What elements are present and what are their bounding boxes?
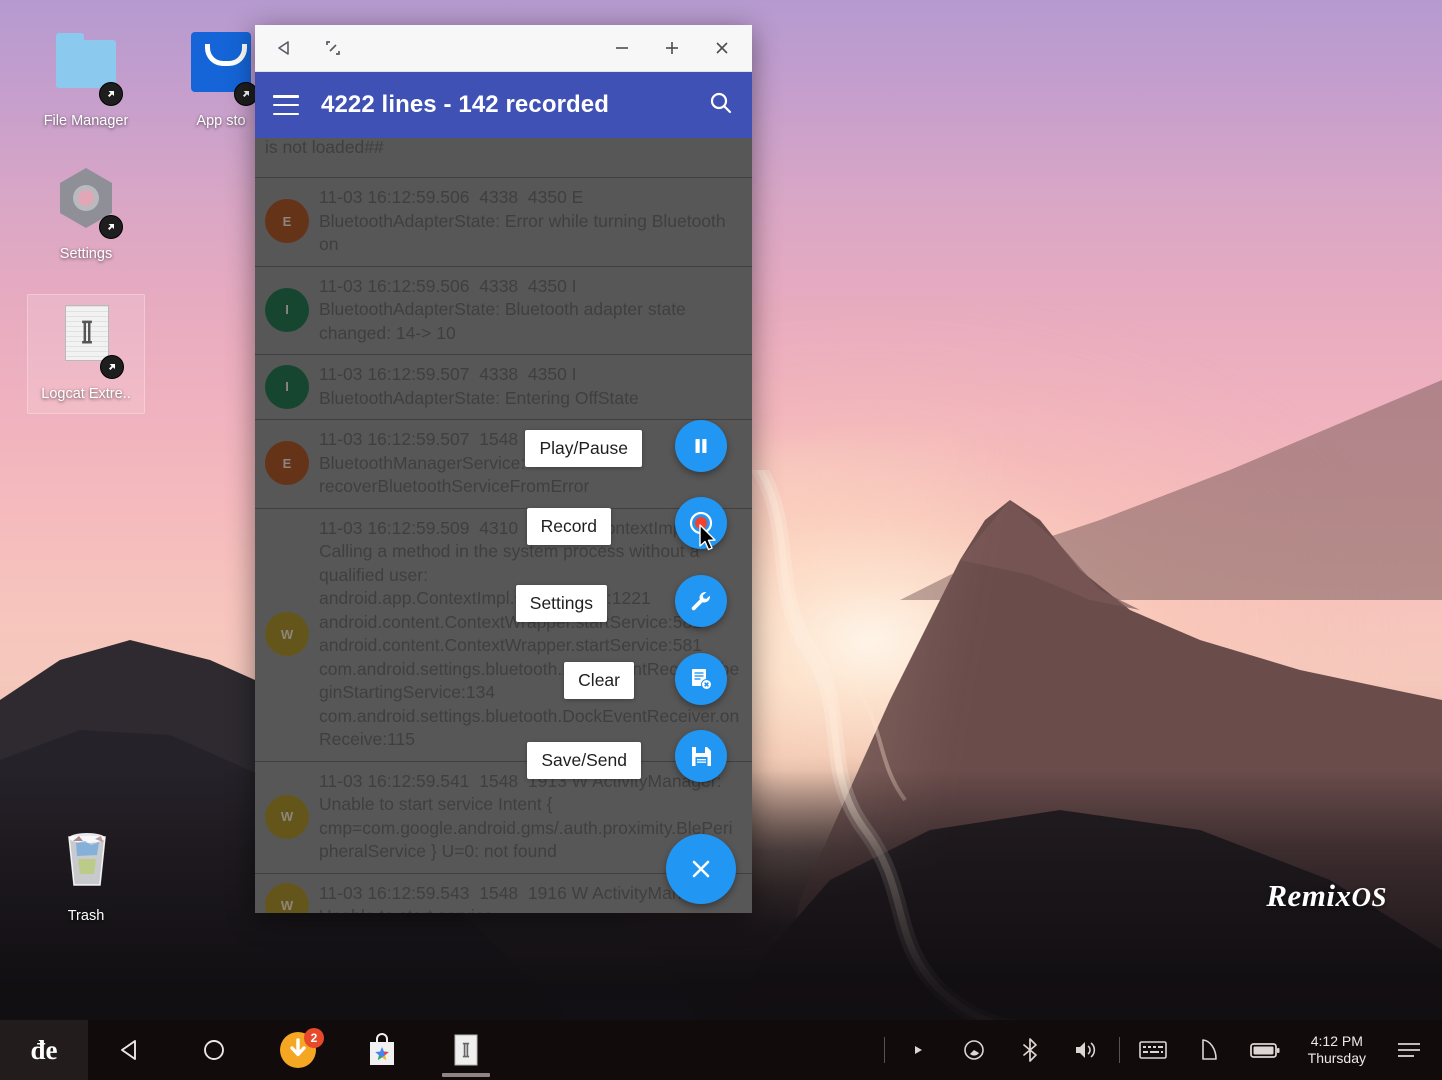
start-button[interactable]: đe [0, 1020, 88, 1080]
taskbar-back-button[interactable] [88, 1020, 172, 1080]
pause-icon [695, 439, 707, 453]
tray-brightness-button[interactable] [947, 1020, 1001, 1080]
downloads-badge: 2 [304, 1028, 324, 1048]
tray-keyboard-button[interactable] [1126, 1020, 1180, 1080]
clear-log-icon [692, 669, 712, 690]
clock-day: Thursday [1307, 1050, 1366, 1066]
logcat-document-icon: 𝕀 [28, 303, 146, 381]
brightness-dial-icon [963, 1040, 984, 1060]
system-tray[interactable]: 4:12 PM Thursday [880, 1020, 1442, 1080]
desktop-icon-settings[interactable]: Settings [27, 163, 145, 263]
shortcut-arrow-icon [99, 215, 123, 239]
fab-settings-button[interactable] [675, 575, 727, 627]
taskbar-logcat-app[interactable]: 𝕀 [424, 1020, 508, 1080]
desktop-icon-file-manager[interactable]: File Manager [27, 30, 145, 130]
tray-volume-button[interactable] [1059, 1020, 1113, 1080]
taskbar-clock[interactable]: 4:12 PM Thursday [1294, 1033, 1380, 1067]
tray-expand-button[interactable] [891, 1020, 945, 1080]
start-logo: đe [30, 1034, 58, 1065]
fab-menu: Play/Pause Record Settings Clear Save/Se… [255, 25, 752, 913]
logcat-document-icon: 𝕀 [454, 1034, 478, 1066]
fab-label-settings[interactable]: Settings [515, 585, 607, 622]
desktop-icon-label: Logcat Extre.. [41, 386, 131, 402]
shortcut-arrow-icon [100, 355, 124, 379]
trash-icon [27, 825, 145, 903]
fab-save-send-button[interactable] [675, 730, 727, 782]
battery-icon [1249, 1043, 1280, 1058]
tray-battery-button[interactable] [1238, 1020, 1292, 1080]
fab-record-button[interactable] [675, 497, 727, 549]
play-triangle-icon [914, 1046, 922, 1054]
fab-play-pause-button[interactable] [675, 420, 727, 472]
remix-os-watermark: RemixOS [1266, 878, 1387, 913]
keyboard-icon [1138, 1041, 1167, 1059]
fab-clear-button[interactable] [675, 653, 727, 705]
bluetooth-icon [1022, 1038, 1037, 1062]
desktop-icon-label: File Manager [43, 113, 129, 129]
tray-screenshot-button[interactable] [1182, 1020, 1236, 1080]
desktop-icon-label: Settings [59, 246, 113, 262]
screenshot-corner-icon [1201, 1039, 1217, 1060]
taskbar[interactable]: đe 2 𝕀 4:12 PM Thursday [0, 1020, 1442, 1080]
fab-label-clear[interactable]: Clear [564, 662, 634, 699]
logcat-app-window[interactable]: 4222 lines - 142 recorded is not loaded#… [255, 25, 752, 913]
gear-icon [27, 163, 145, 241]
tray-divider [1118, 1037, 1120, 1063]
record-icon [689, 511, 713, 535]
back-triangle-icon [121, 1040, 136, 1060]
play-store-bag-icon [370, 1033, 394, 1065]
desktop-icon-logcat-extreme[interactable]: 𝕀 Logcat Extre.. [27, 294, 145, 414]
home-circle-icon [204, 1040, 224, 1060]
tray-divider [883, 1037, 885, 1063]
taskbar-play-store-app[interactable] [340, 1020, 424, 1080]
close-icon [692, 860, 710, 878]
volume-icon [1075, 1042, 1095, 1058]
svg-text:𝕀: 𝕀 [462, 1041, 469, 1062]
desktop-icon-trash[interactable]: Trash [27, 825, 145, 925]
fab-label-record[interactable]: Record [526, 508, 611, 545]
folder-icon [27, 30, 145, 108]
fab-close-menu-button[interactable] [666, 834, 736, 904]
save-floppy-icon [691, 746, 711, 766]
fab-label-save-send[interactable]: Save/Send [527, 742, 641, 779]
shortcut-arrow-icon [99, 82, 123, 106]
tray-bluetooth-button[interactable] [1003, 1020, 1057, 1080]
clock-time: 4:12 PM [1310, 1033, 1363, 1049]
hamburger-menu-icon [1398, 1043, 1420, 1057]
desktop-icon-label: Trash [67, 908, 105, 924]
running-indicator [442, 1073, 490, 1077]
wrench-icon [691, 592, 710, 611]
fab-label-play-pause[interactable]: Play/Pause [525, 430, 642, 467]
taskbar-downloads-app[interactable]: 2 [256, 1020, 340, 1080]
taskbar-home-button[interactable] [172, 1020, 256, 1080]
tray-menu-button[interactable] [1382, 1020, 1436, 1080]
